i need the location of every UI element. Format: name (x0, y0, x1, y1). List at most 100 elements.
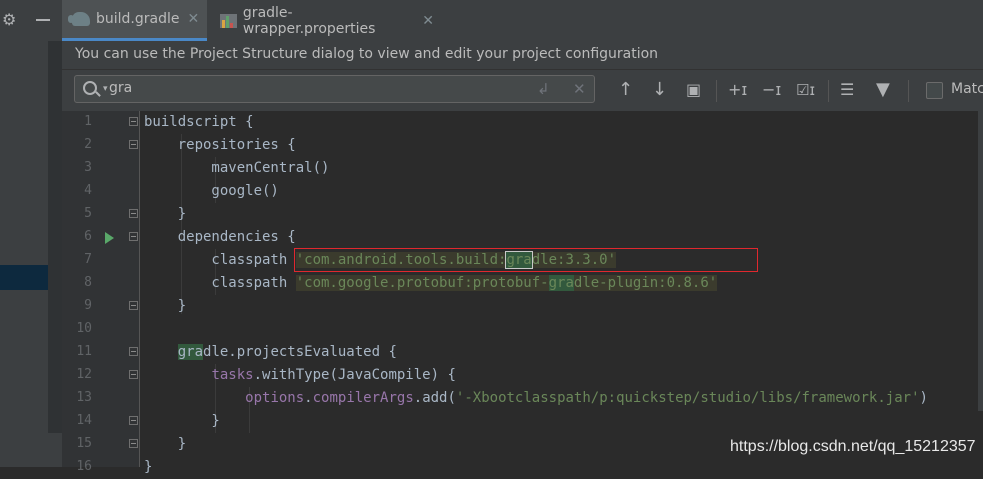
add-selection-next-icon[interactable]: +ɪ (728, 78, 747, 102)
new-line-icon[interactable]: ↲ (537, 80, 550, 98)
line-number: 14 (76, 413, 92, 428)
toolbar-separator (908, 80, 909, 102)
fold-icon[interactable] (129, 439, 138, 448)
clear-icon[interactable]: ✕ (573, 80, 586, 98)
code-line[interactable]: gradle.projectsEvaluated { (144, 341, 397, 364)
previous-occurrence-icon[interactable]: ↑ (618, 78, 633, 102)
code-token: . (304, 390, 313, 406)
match-case-label: Matc (951, 81, 983, 97)
code-token: dle.projectsEvaluated { (203, 344, 397, 360)
code-line[interactable]: } (144, 456, 152, 479)
line-number: 6 (84, 229, 92, 244)
toolbar-separator (828, 80, 829, 102)
search-icon[interactable] (83, 81, 97, 95)
line-number: 11 (76, 344, 92, 359)
code-token: classpath (144, 275, 296, 291)
match-case-checkbox[interactable] (926, 82, 943, 99)
code-editor[interactable]: 1 2 3 4 5 6 7 8 9 10 11 12 13 14 15 16 b… (62, 111, 983, 475)
next-occurrence-icon[interactable]: ↓ (652, 78, 667, 102)
code-token: .add( (413, 390, 456, 406)
line-number: 4 (84, 183, 92, 198)
properties-icon (220, 13, 237, 28)
code-line[interactable]: classpath 'com.google.protobuf:protobuf-… (144, 272, 718, 295)
line-number: 15 (76, 436, 92, 451)
toolbar-separator (716, 80, 717, 102)
code-token: ) (919, 390, 928, 406)
banner-text[interactable]: You can use the Project Structure dialog… (75, 46, 658, 62)
fold-icon[interactable] (129, 370, 138, 379)
line-number: 3 (84, 160, 92, 175)
line-number: 7 (84, 252, 92, 267)
tab-build-gradle[interactable]: build.gradle ✕ (62, 0, 207, 41)
code-line[interactable]: repositories { (144, 134, 296, 157)
tab-gradle-wrapper-properties[interactable]: gradle-wrapper.properties ✕ (214, 0, 434, 41)
search-match: gra (548, 275, 574, 291)
unselect-occurrence-icon[interactable]: −ɪ (762, 78, 781, 102)
code-line[interactable]: } (144, 295, 186, 318)
string-literal: 'com.google.protobuf:protobuf- (295, 275, 549, 291)
chevron-down-icon[interactable]: ▾ (103, 84, 108, 94)
fold-icon[interactable] (129, 347, 138, 356)
find-bar: ▾ gra ↲ ✕ ↑ ↓ ▣ +ɪ −ɪ ☑ɪ ☰ ▼ Matc (62, 70, 983, 112)
gradle-icon (68, 12, 90, 26)
fold-icon[interactable] (129, 209, 138, 218)
fold-icon[interactable] (129, 232, 138, 241)
line-number: 1 (84, 114, 92, 129)
minimize-icon[interactable] (36, 19, 50, 21)
tool-window-strip: ⚙ (0, 0, 62, 467)
close-icon[interactable]: ✕ (188, 11, 200, 27)
filter-icon[interactable]: ▼ (876, 78, 890, 102)
code-line[interactable]: options.compilerArgs.add('-Xbootclasspat… (144, 387, 928, 410)
code-line[interactable]: mavenCentral() (144, 157, 329, 180)
string-literal: '-Xbootclasspath/p:quickstep/studio/libs… (455, 390, 920, 406)
fold-icon[interactable] (129, 140, 138, 149)
code-line[interactable]: google() (144, 180, 278, 203)
code-area[interactable]: buildscript { repositories { mavenCentra… (144, 111, 983, 475)
code-line[interactable]: } (144, 433, 186, 456)
panel-divider[interactable] (48, 41, 62, 433)
code-token: classpath (144, 252, 296, 268)
select-all-occurrences-icon[interactable]: ☑ɪ (796, 78, 815, 102)
field-token: options (245, 390, 305, 406)
search-input[interactable]: gra (109, 80, 132, 96)
code-line[interactable]: dependencies { (144, 226, 296, 249)
fold-icon[interactable] (129, 117, 138, 126)
line-number: 8 (84, 275, 92, 290)
editor-tab-bar: build.gradle ✕ gradle-wrapper.properties… (62, 0, 983, 42)
string-literal: dle-plugin:0.8.6' (573, 275, 718, 291)
code-line[interactable]: buildscript { (144, 111, 254, 134)
vertical-scrollbar[interactable] (978, 111, 983, 411)
field-token: tasks (211, 367, 254, 383)
filter-search-results-icon[interactable]: ▣ (686, 78, 701, 102)
code-token: .withType(JavaCompile) { (253, 367, 456, 383)
project-structure-banner: You can use the Project Structure dialog… (62, 41, 983, 70)
close-icon[interactable]: ✕ (422, 13, 434, 29)
line-number: 5 (84, 206, 92, 221)
tab-label: gradle-wrapper.properties (242, 4, 376, 37)
field-token: compilerArgs (312, 390, 414, 406)
tool-window-footer (0, 433, 62, 467)
line-number: 10 (76, 321, 92, 336)
run-icon[interactable] (105, 232, 114, 244)
search-field[interactable]: ▾ gra ↲ ✕ (74, 75, 595, 103)
gear-icon[interactable]: ⚙ (2, 10, 18, 30)
code-line[interactable]: } (144, 410, 219, 433)
line-number: 13 (76, 390, 92, 405)
search-match: gra (177, 344, 204, 360)
fold-icon[interactable] (129, 301, 138, 310)
line-number: 2 (84, 137, 92, 152)
code-line[interactable]: tasks.withType(JavaCompile) { (144, 364, 456, 387)
editor-gutter: 1 2 3 4 5 6 7 8 9 10 11 12 13 14 15 16 (62, 111, 140, 474)
watermark-text: https://blog.csdn.net/qq_15212357 (730, 438, 976, 455)
code-line[interactable]: } (144, 203, 186, 226)
line-number: 9 (84, 298, 92, 313)
tab-label: build.gradle (96, 11, 180, 27)
annotation-highlight-box (294, 248, 758, 272)
project-panel (0, 41, 48, 433)
line-number: 12 (76, 367, 92, 382)
fold-icon[interactable] (129, 416, 138, 425)
show-filter-popup-icon[interactable]: ☰ (840, 78, 854, 102)
project-panel-selected-row[interactable] (0, 265, 48, 290)
